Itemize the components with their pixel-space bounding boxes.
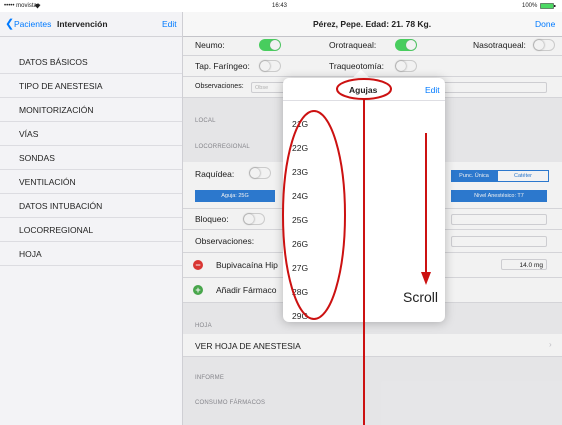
arrow-down-icon [421,272,431,285]
annotation-layer [282,78,431,425]
scroll-label: Scroll [403,289,439,305]
title-highlight-ellipse [336,78,392,100]
list-highlight-ellipse [282,110,346,320]
